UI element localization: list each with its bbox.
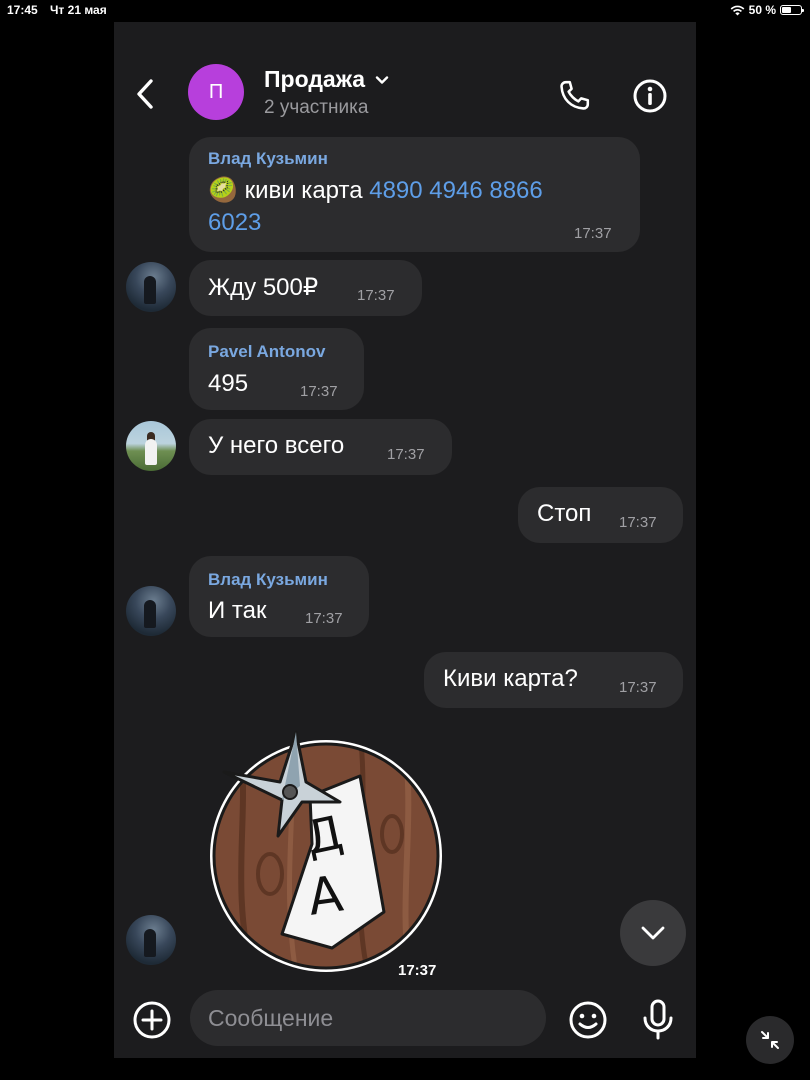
attach-button[interactable] bbox=[130, 998, 174, 1042]
kiwi-emoji: 🥝 bbox=[208, 177, 238, 204]
collapse-button[interactable] bbox=[746, 1016, 794, 1064]
emoji-button[interactable] bbox=[566, 998, 610, 1042]
message-composer bbox=[114, 990, 696, 1058]
message-input[interactable] bbox=[190, 990, 546, 1046]
message-time: 17:37 bbox=[305, 610, 343, 627]
wifi-icon bbox=[730, 5, 745, 15]
message-time: 17:37 bbox=[357, 287, 395, 304]
message-time: 17:37 bbox=[619, 514, 657, 531]
message-text: 🥝 киви карта 4890 4946 8866 bbox=[208, 176, 543, 205]
sender-avatar[interactable] bbox=[126, 915, 176, 965]
status-bar: 17:45 Чт 21 мая 50 % bbox=[0, 0, 810, 20]
collapse-arrows-icon bbox=[761, 1031, 779, 1049]
info-button[interactable] bbox=[630, 76, 670, 116]
message-bubble[interactable]: Влад Кузьмин И так 17:37 bbox=[189, 556, 369, 637]
group-avatar[interactable]: П bbox=[188, 64, 244, 120]
message-text: Киви карта? bbox=[443, 665, 578, 692]
battery-icon bbox=[780, 5, 804, 15]
message-text: 495 bbox=[208, 370, 249, 397]
chevron-down-icon bbox=[641, 926, 665, 940]
voice-button[interactable] bbox=[636, 996, 680, 1044]
smiley-icon bbox=[569, 1001, 607, 1039]
message-time: 17:37 bbox=[574, 225, 612, 242]
info-icon bbox=[633, 79, 667, 113]
message-bubble[interactable]: Жду 500₽ 17:37 bbox=[189, 260, 422, 316]
plus-icon bbox=[133, 1001, 171, 1039]
sender-avatar[interactable] bbox=[126, 421, 176, 471]
sticker[interactable]: Д А bbox=[210, 724, 450, 984]
message-text: Стоп bbox=[537, 500, 592, 527]
message-text-part: киви карта bbox=[244, 177, 370, 204]
message-bubble-outgoing[interactable]: Стоп 17:37 bbox=[518, 487, 683, 543]
message-time: 17:37 bbox=[300, 383, 338, 400]
message-bubble[interactable]: У него всего 17:37 bbox=[189, 419, 452, 475]
sender-name[interactable]: Pavel Antonov bbox=[208, 342, 325, 362]
microphone-icon bbox=[643, 999, 673, 1040]
message-time: 17:37 bbox=[619, 679, 657, 696]
sticker-time: 17:37 bbox=[390, 958, 445, 984]
phone-icon bbox=[560, 80, 590, 110]
chat-subtitle: 2 участника bbox=[264, 97, 369, 118]
group-avatar-letter: П bbox=[208, 80, 224, 103]
sender-name[interactable]: Влад Кузьмин bbox=[208, 570, 328, 590]
message-text: У него всего bbox=[208, 432, 345, 459]
sender-avatar[interactable] bbox=[126, 262, 176, 312]
scroll-down-button[interactable] bbox=[620, 900, 686, 966]
card-number-link-cont[interactable]: 6023 bbox=[208, 209, 261, 237]
chevron-left-icon bbox=[137, 79, 153, 109]
message-text: Жду 500₽ bbox=[208, 274, 319, 301]
battery-percent: 50 % bbox=[748, 3, 776, 17]
message-bubble-outgoing[interactable]: Киви карта? 17:37 bbox=[424, 652, 683, 708]
chevron-down-icon bbox=[375, 75, 389, 84]
message-bubble[interactable]: Pavel Antonov 495 17:37 bbox=[189, 328, 364, 410]
sender-name[interactable]: Влад Кузьмин bbox=[208, 149, 328, 169]
card-number-link[interactable]: 4890 4946 8866 bbox=[369, 177, 543, 204]
message-time: 17:37 bbox=[387, 446, 425, 463]
message-text: И так bbox=[208, 597, 267, 624]
status-time: 17:45 bbox=[7, 3, 38, 17]
sender-avatar[interactable] bbox=[126, 586, 176, 636]
call-button[interactable] bbox=[554, 76, 594, 116]
back-button[interactable] bbox=[130, 74, 160, 114]
chat-title-text: Продажа bbox=[264, 66, 366, 92]
status-date: Чт 21 мая bbox=[50, 3, 107, 17]
chat-window: П Продажа 2 участника Влад Кузьмин 🥝 кив… bbox=[114, 22, 696, 1058]
chat-title[interactable]: Продажа bbox=[264, 66, 389, 93]
chat-header: П Продажа 2 участника bbox=[114, 22, 696, 134]
status-right: 50 % bbox=[730, 3, 804, 17]
message-bubble[interactable]: Влад Кузьмин 🥝 киви карта 4890 4946 8866… bbox=[189, 137, 640, 252]
